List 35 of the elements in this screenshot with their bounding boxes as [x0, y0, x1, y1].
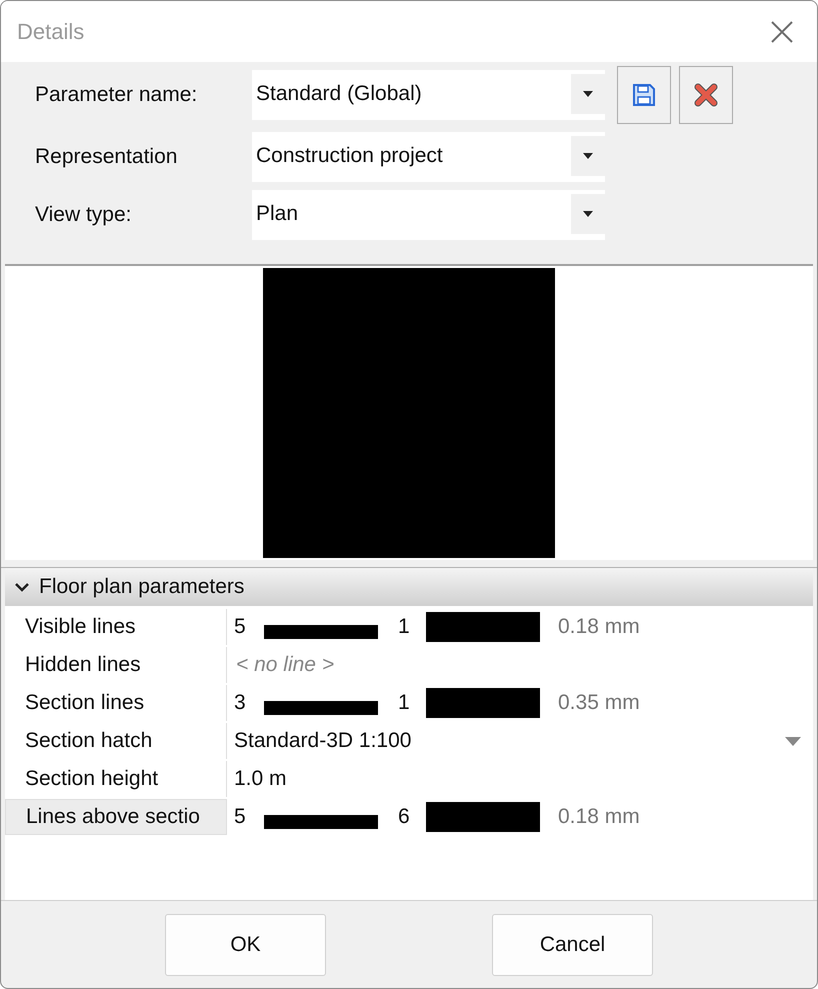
property-label[interactable]: Hidden lines — [5, 647, 227, 683]
delete-icon — [694, 83, 718, 107]
line-width: 0.18 mm — [558, 614, 640, 640]
line-number: 1 — [398, 690, 411, 716]
property-label[interactable]: Section height — [5, 761, 227, 797]
pen-number: 5 — [234, 614, 247, 640]
save-icon — [632, 83, 656, 107]
chevron-down-icon[interactable] — [15, 582, 29, 592]
pen-number: 3 — [234, 690, 247, 716]
line-number: 1 — [398, 614, 411, 640]
close-icon[interactable] — [771, 20, 793, 42]
section-title: Floor plan parameters — [39, 574, 244, 600]
line-number: 6 — [398, 804, 411, 830]
property-value: Standard-3D 1:100 — [234, 728, 412, 754]
dialog-button[interactable]: OK — [165, 914, 326, 976]
line-width: 0.35 mm — [558, 690, 640, 716]
property-value: < no line > — [235, 652, 334, 678]
property-label[interactable]: Section hatch — [5, 723, 227, 759]
line-width: 0.18 mm — [558, 804, 640, 830]
section-header[interactable]: Floor plan parameters — [5, 568, 813, 606]
save-button[interactable] — [617, 66, 671, 124]
dropdown-field[interactable]: Standard (Global) — [252, 70, 605, 120]
property-value: 1.0 m — [234, 766, 287, 792]
field-label: Representation — [35, 144, 178, 170]
pen-number: 5 — [234, 804, 247, 830]
field-label: View type: — [35, 202, 132, 228]
dropdown-field[interactable]: Plan — [252, 190, 605, 240]
property-label[interactable]: Visible lines — [5, 609, 227, 645]
property-label[interactable]: Lines above sectio — [5, 799, 227, 835]
dropdown-field[interactable]: Construction project — [252, 132, 605, 182]
delete-button[interactable] — [679, 66, 733, 124]
property-label[interactable]: Section lines — [5, 685, 227, 721]
field-label: Parameter name: — [35, 82, 198, 108]
window-title: Details — [17, 18, 84, 46]
dialog-button[interactable]: Cancel — [492, 914, 653, 976]
